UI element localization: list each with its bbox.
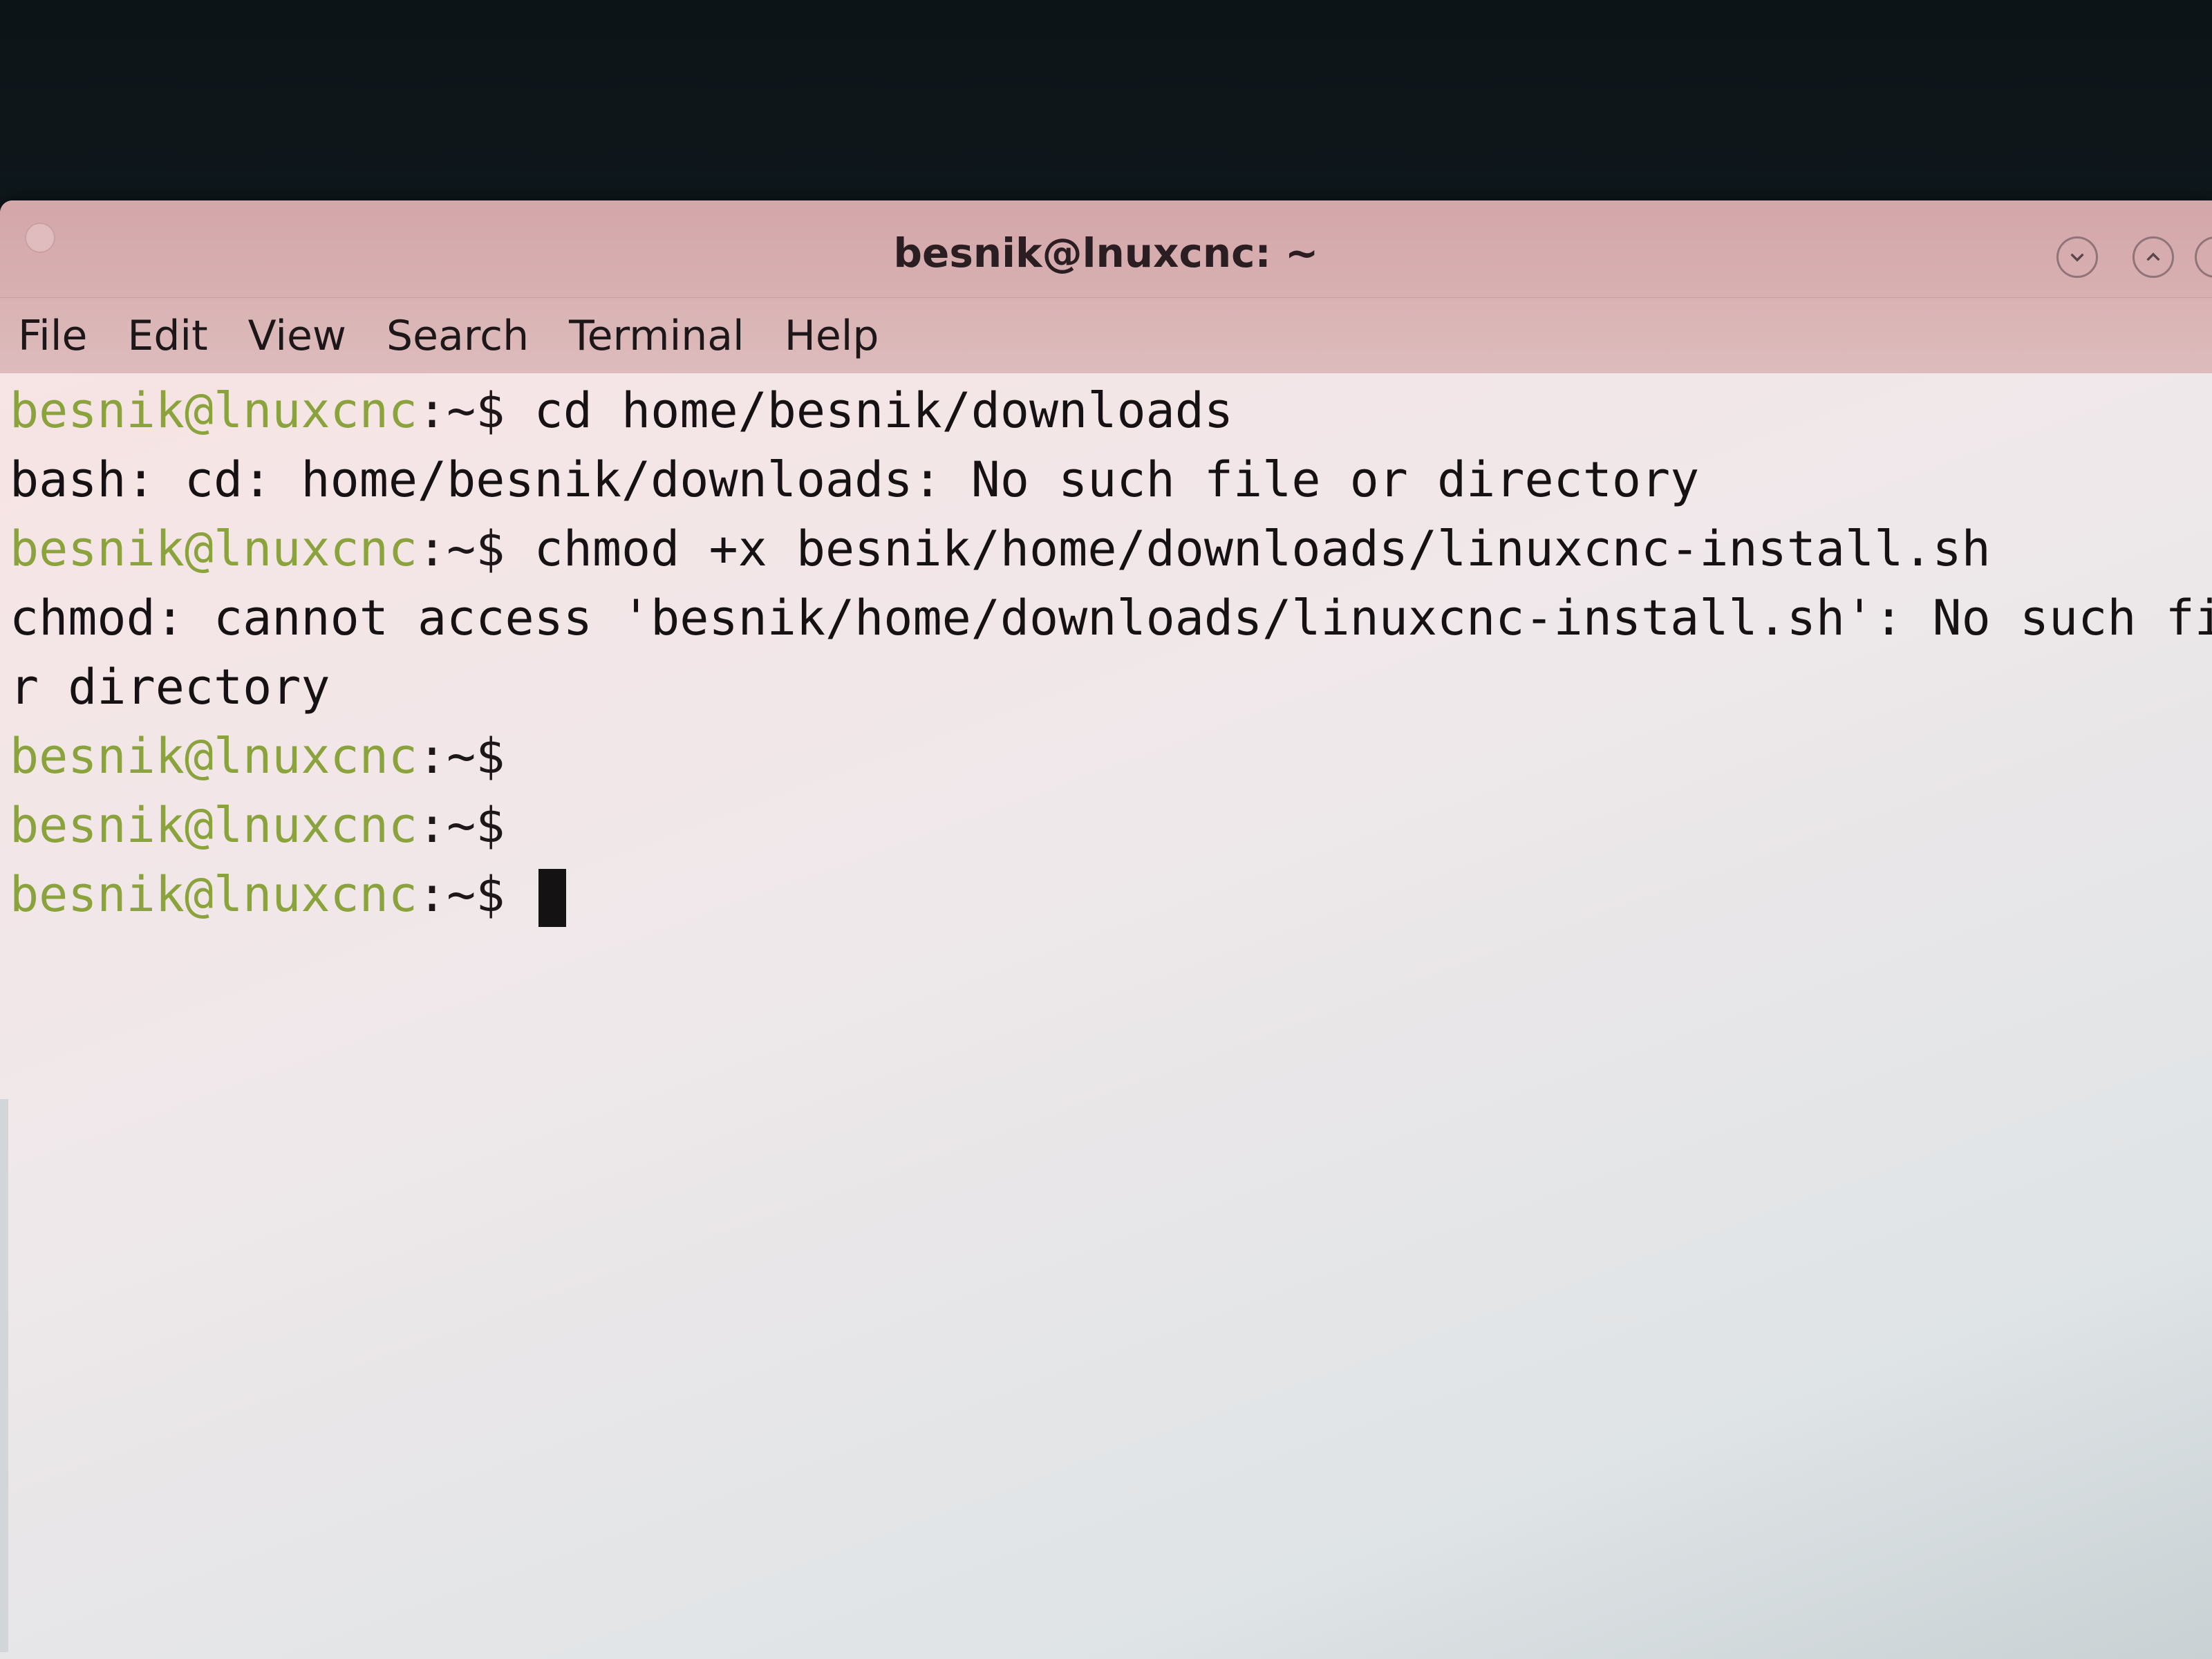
- menu-search[interactable]: Search: [384, 308, 532, 364]
- output-text: chmod: cannot access 'besnik/home/downlo…: [10, 590, 2212, 646]
- output-text: bash: cd: home/besnik/downloads: No such…: [10, 451, 1700, 508]
- prompt-user: besnik@lnuxcnc: [10, 382, 418, 439]
- text-cursor: [538, 868, 566, 927]
- terminal-area[interactable]: besnik@lnuxcnc:~$ cd home/besnik/downloa…: [0, 373, 2212, 1659]
- terminal-line: besnik@lnuxcnc:~$ chmod +x besnik/home/d…: [10, 514, 2212, 583]
- window-title: besnik@lnuxcnc: ~: [893, 229, 1319, 276]
- prompt-symbol: :~$: [418, 866, 505, 923]
- terminal-line: bash: cd: home/besnik/downloads: No such…: [10, 445, 2212, 514]
- terminal-line: chmod: cannot access 'besnik/home/downlo…: [10, 583, 2212, 653]
- menu-file[interactable]: File: [15, 308, 90, 364]
- menu-edit[interactable]: Edit: [124, 308, 210, 364]
- prompt-symbol: :~$: [418, 797, 505, 854]
- command-text: [505, 866, 534, 923]
- prompt-user: besnik@lnuxcnc: [10, 521, 418, 577]
- title-bar[interactable]: besnik@lnuxcnc: ~: [0, 200, 2212, 298]
- prompt-user: besnik@lnuxcnc: [10, 728, 418, 785]
- terminal-line: besnik@lnuxcnc:~$ cd home/besnik/downloa…: [10, 376, 2212, 445]
- terminal-window[interactable]: besnik@lnuxcnc: ~ File Edit View Search …: [0, 200, 2212, 1659]
- prompt-symbol: :~$: [418, 382, 505, 439]
- prompt-symbol: :~$: [418, 728, 505, 785]
- menu-terminal[interactable]: Terminal: [566, 308, 747, 364]
- terminal-line: besnik@lnuxcnc:~$: [10, 791, 2212, 860]
- menu-bar: File Edit View Search Terminal Help: [0, 298, 2212, 374]
- terminal-line: r directory: [10, 653, 2212, 722]
- prompt-user: besnik@lnuxcnc: [10, 797, 418, 854]
- window-edge: [0, 1099, 8, 1652]
- chevron-down-icon: [2070, 253, 2084, 262]
- maximize-button[interactable]: [2133, 236, 2174, 278]
- output-text: r directory: [10, 659, 330, 715]
- minimize-button[interactable]: [2056, 236, 2098, 278]
- menu-view[interactable]: View: [245, 308, 349, 364]
- chevron-up-icon: [2146, 252, 2160, 261]
- command-text: cd home/besnik/downloads: [505, 382, 1234, 439]
- prompt-user: besnik@lnuxcnc: [10, 866, 418, 923]
- terminal-line-active[interactable]: besnik@lnuxcnc:~$: [10, 860, 2212, 929]
- terminal-line: besnik@lnuxcnc:~$: [10, 722, 2212, 791]
- menu-help[interactable]: Help: [782, 308, 882, 364]
- command-text: chmod +x besnik/home/downloads/linuxcnc-…: [505, 521, 1991, 577]
- prompt-symbol: :~$: [418, 521, 505, 577]
